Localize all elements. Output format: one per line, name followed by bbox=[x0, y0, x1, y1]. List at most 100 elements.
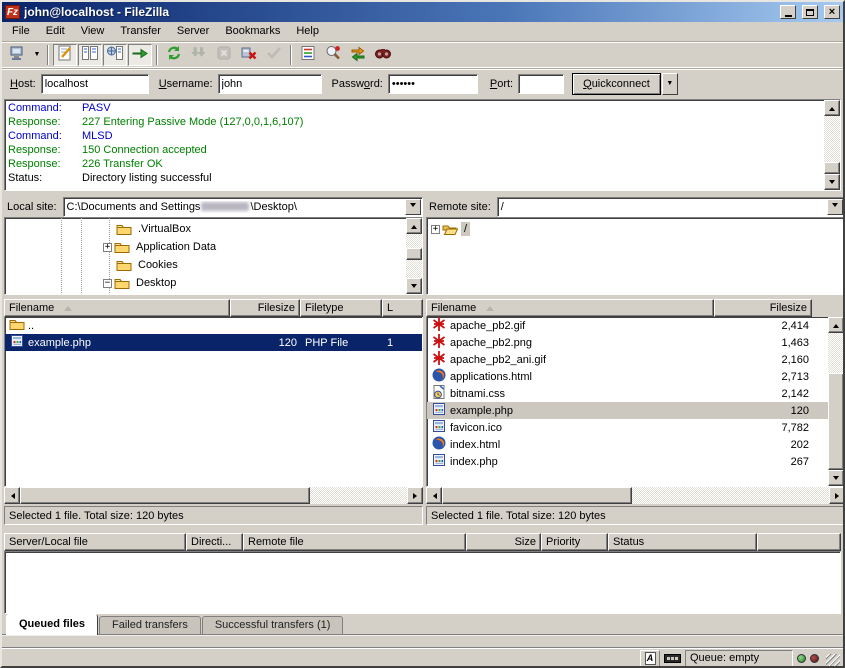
tree-item[interactable]: − Desktop bbox=[5, 274, 406, 292]
scroll-left-button[interactable] bbox=[4, 487, 20, 504]
scroll-right-button[interactable] bbox=[829, 487, 845, 504]
message-log-scrollbar[interactable] bbox=[824, 100, 840, 190]
host-input[interactable] bbox=[41, 74, 149, 94]
tree-item[interactable]: +/ bbox=[427, 220, 844, 238]
column-header-l[interactable]: L bbox=[382, 299, 423, 317]
scroll-thumb[interactable] bbox=[828, 373, 844, 470]
file-row[interactable]: example.php120 bbox=[427, 402, 828, 419]
tree-item-label: Desktop bbox=[133, 276, 179, 290]
column-header-filesize[interactable]: Filesize bbox=[230, 299, 300, 317]
file-row[interactable]: apache_pb2.gif2,414 bbox=[427, 317, 828, 334]
scroll-left-button[interactable] bbox=[426, 487, 442, 504]
queue-splitter[interactable] bbox=[2, 525, 843, 533]
local-files-hscrollbar[interactable] bbox=[4, 487, 423, 504]
tab-queued-files[interactable]: Queued files bbox=[6, 614, 98, 635]
refresh-button[interactable] bbox=[162, 44, 186, 66]
port-input[interactable] bbox=[518, 74, 564, 94]
transfer-queue-header: Server/Local fileDirecti...Remote fileSi… bbox=[4, 533, 841, 551]
menu-transfer[interactable]: Transfer bbox=[112, 23, 169, 40]
file-row[interactable]: example.php120PHP File1 bbox=[5, 334, 422, 351]
menu-help[interactable]: Help bbox=[288, 23, 327, 40]
toggle-queue-button[interactable] bbox=[128, 44, 152, 66]
username-input[interactable] bbox=[218, 74, 322, 94]
queue-column-remotefile[interactable]: Remote file bbox=[243, 533, 466, 551]
filter-button[interactable] bbox=[296, 44, 320, 66]
column-header-filename[interactable]: Filename bbox=[426, 299, 714, 317]
site-manager-button[interactable] bbox=[6, 44, 30, 66]
queue-column-size[interactable]: Size bbox=[466, 533, 541, 551]
tree-item[interactable]: +Application Data bbox=[5, 238, 406, 256]
filezilla-window: Fz john@localhost - FileZilla × FileEdit… bbox=[0, 0, 845, 668]
tab-failed-transfers[interactable]: Failed transfers bbox=[99, 616, 201, 634]
scroll-thumb[interactable] bbox=[20, 487, 310, 504]
menu-bar: FileEditViewTransferServerBookmarksHelp bbox=[2, 22, 843, 42]
scroll-thumb[interactable] bbox=[406, 248, 422, 260]
local-site-combobox[interactable]: C:\Documents and Settings\Desktop\ bbox=[63, 197, 423, 217]
scroll-down-button[interactable] bbox=[828, 470, 844, 486]
synchronized-browsing-button[interactable] bbox=[346, 44, 370, 66]
file-row[interactable]: favicon.ico7,782 bbox=[427, 419, 828, 436]
transfer-type-indicator[interactable]: A bbox=[640, 650, 660, 667]
local-files-header: FilenameFilesizeFiletypeL bbox=[4, 299, 423, 317]
minimize-button[interactable] bbox=[780, 5, 796, 19]
column-header-filename[interactable]: Filename bbox=[4, 299, 230, 317]
toggle-local-tree-button[interactable] bbox=[78, 44, 102, 66]
scroll-up-button[interactable] bbox=[828, 317, 844, 333]
toggle-remote-tree-button[interactable] bbox=[103, 44, 127, 66]
scroll-thumb[interactable] bbox=[442, 487, 632, 504]
file-row[interactable]: .. bbox=[5, 317, 422, 334]
file-row[interactable]: index.html202 bbox=[427, 436, 828, 453]
queue-column-blank[interactable] bbox=[757, 533, 841, 551]
tab-successful-transfers-[interactable]: Successful transfers (1) bbox=[202, 616, 344, 634]
file-cell: index.php bbox=[427, 453, 715, 470]
quickconnect-button[interactable]: Quickconnect bbox=[572, 73, 661, 95]
disconnect-button[interactable] bbox=[237, 44, 261, 66]
scroll-up-button[interactable] bbox=[406, 218, 422, 234]
tree-item[interactable]: Cookies bbox=[5, 256, 406, 274]
directory-comparison-button[interactable] bbox=[321, 44, 345, 66]
maximize-button[interactable] bbox=[802, 5, 818, 19]
local-tree-scrollbar[interactable] bbox=[406, 218, 422, 294]
remote-site-dropdown-button[interactable] bbox=[827, 199, 843, 215]
remote-files-vscrollbar[interactable] bbox=[828, 317, 844, 486]
queue-column-serverlocalfile[interactable]: Server/Local file bbox=[4, 533, 186, 551]
column-header-filetype[interactable]: Filetype bbox=[300, 299, 382, 317]
menu-file[interactable]: File bbox=[4, 23, 38, 40]
resize-grip[interactable] bbox=[826, 654, 840, 668]
file-row[interactable]: index.php267 bbox=[427, 453, 828, 470]
tree-expander[interactable]: − bbox=[103, 279, 112, 288]
file-row[interactable]: apache_pb2.png1,463 bbox=[427, 334, 828, 351]
password-input[interactable] bbox=[388, 74, 478, 94]
log-line: Response:150 Connection accepted bbox=[8, 143, 824, 157]
menu-view[interactable]: View bbox=[73, 23, 113, 40]
queue-column-directi[interactable]: Directi... bbox=[186, 533, 243, 551]
find-files-button[interactable] bbox=[371, 44, 395, 66]
file-row[interactable]: apache_pb2_ani.gif2,160 bbox=[427, 351, 828, 368]
menu-edit[interactable]: Edit bbox=[38, 23, 73, 40]
site-manager-dropdown-button[interactable]: ▼ bbox=[31, 44, 43, 66]
scroll-down-button[interactable] bbox=[406, 278, 422, 294]
tree-item[interactable]: .VirtualBox bbox=[5, 220, 406, 238]
quickconnect-dropdown-button[interactable]: ▼ bbox=[662, 73, 678, 95]
local-site-dropdown-button[interactable] bbox=[405, 199, 421, 215]
filename: example.php bbox=[450, 405, 513, 417]
queue-column-priority[interactable]: Priority bbox=[541, 533, 608, 551]
menu-bookmarks[interactable]: Bookmarks bbox=[217, 23, 288, 40]
remote-site-combobox[interactable]: / bbox=[497, 197, 845, 217]
scroll-down-button[interactable] bbox=[824, 174, 840, 190]
file-row[interactable]: bitnami.css2,142 bbox=[427, 385, 828, 402]
tree-expander[interactable]: + bbox=[103, 243, 112, 252]
file-row[interactable]: applications.html2,713 bbox=[427, 368, 828, 385]
close-button[interactable]: × bbox=[824, 5, 840, 19]
host-label: Host: bbox=[10, 78, 36, 90]
scroll-up-button[interactable] bbox=[824, 100, 840, 116]
toggle-message-log-button[interactable] bbox=[53, 44, 77, 66]
speed-limit-icon[interactable] bbox=[664, 654, 681, 663]
menu-server[interactable]: Server bbox=[169, 23, 217, 40]
scroll-right-button[interactable] bbox=[407, 487, 423, 504]
tree-expander[interactable]: + bbox=[431, 225, 440, 234]
queue-column-status[interactable]: Status bbox=[608, 533, 757, 551]
remote-files-hscrollbar[interactable] bbox=[426, 487, 845, 504]
scroll-thumb[interactable] bbox=[824, 162, 840, 174]
column-header-filesize[interactable]: Filesize bbox=[714, 299, 812, 317]
